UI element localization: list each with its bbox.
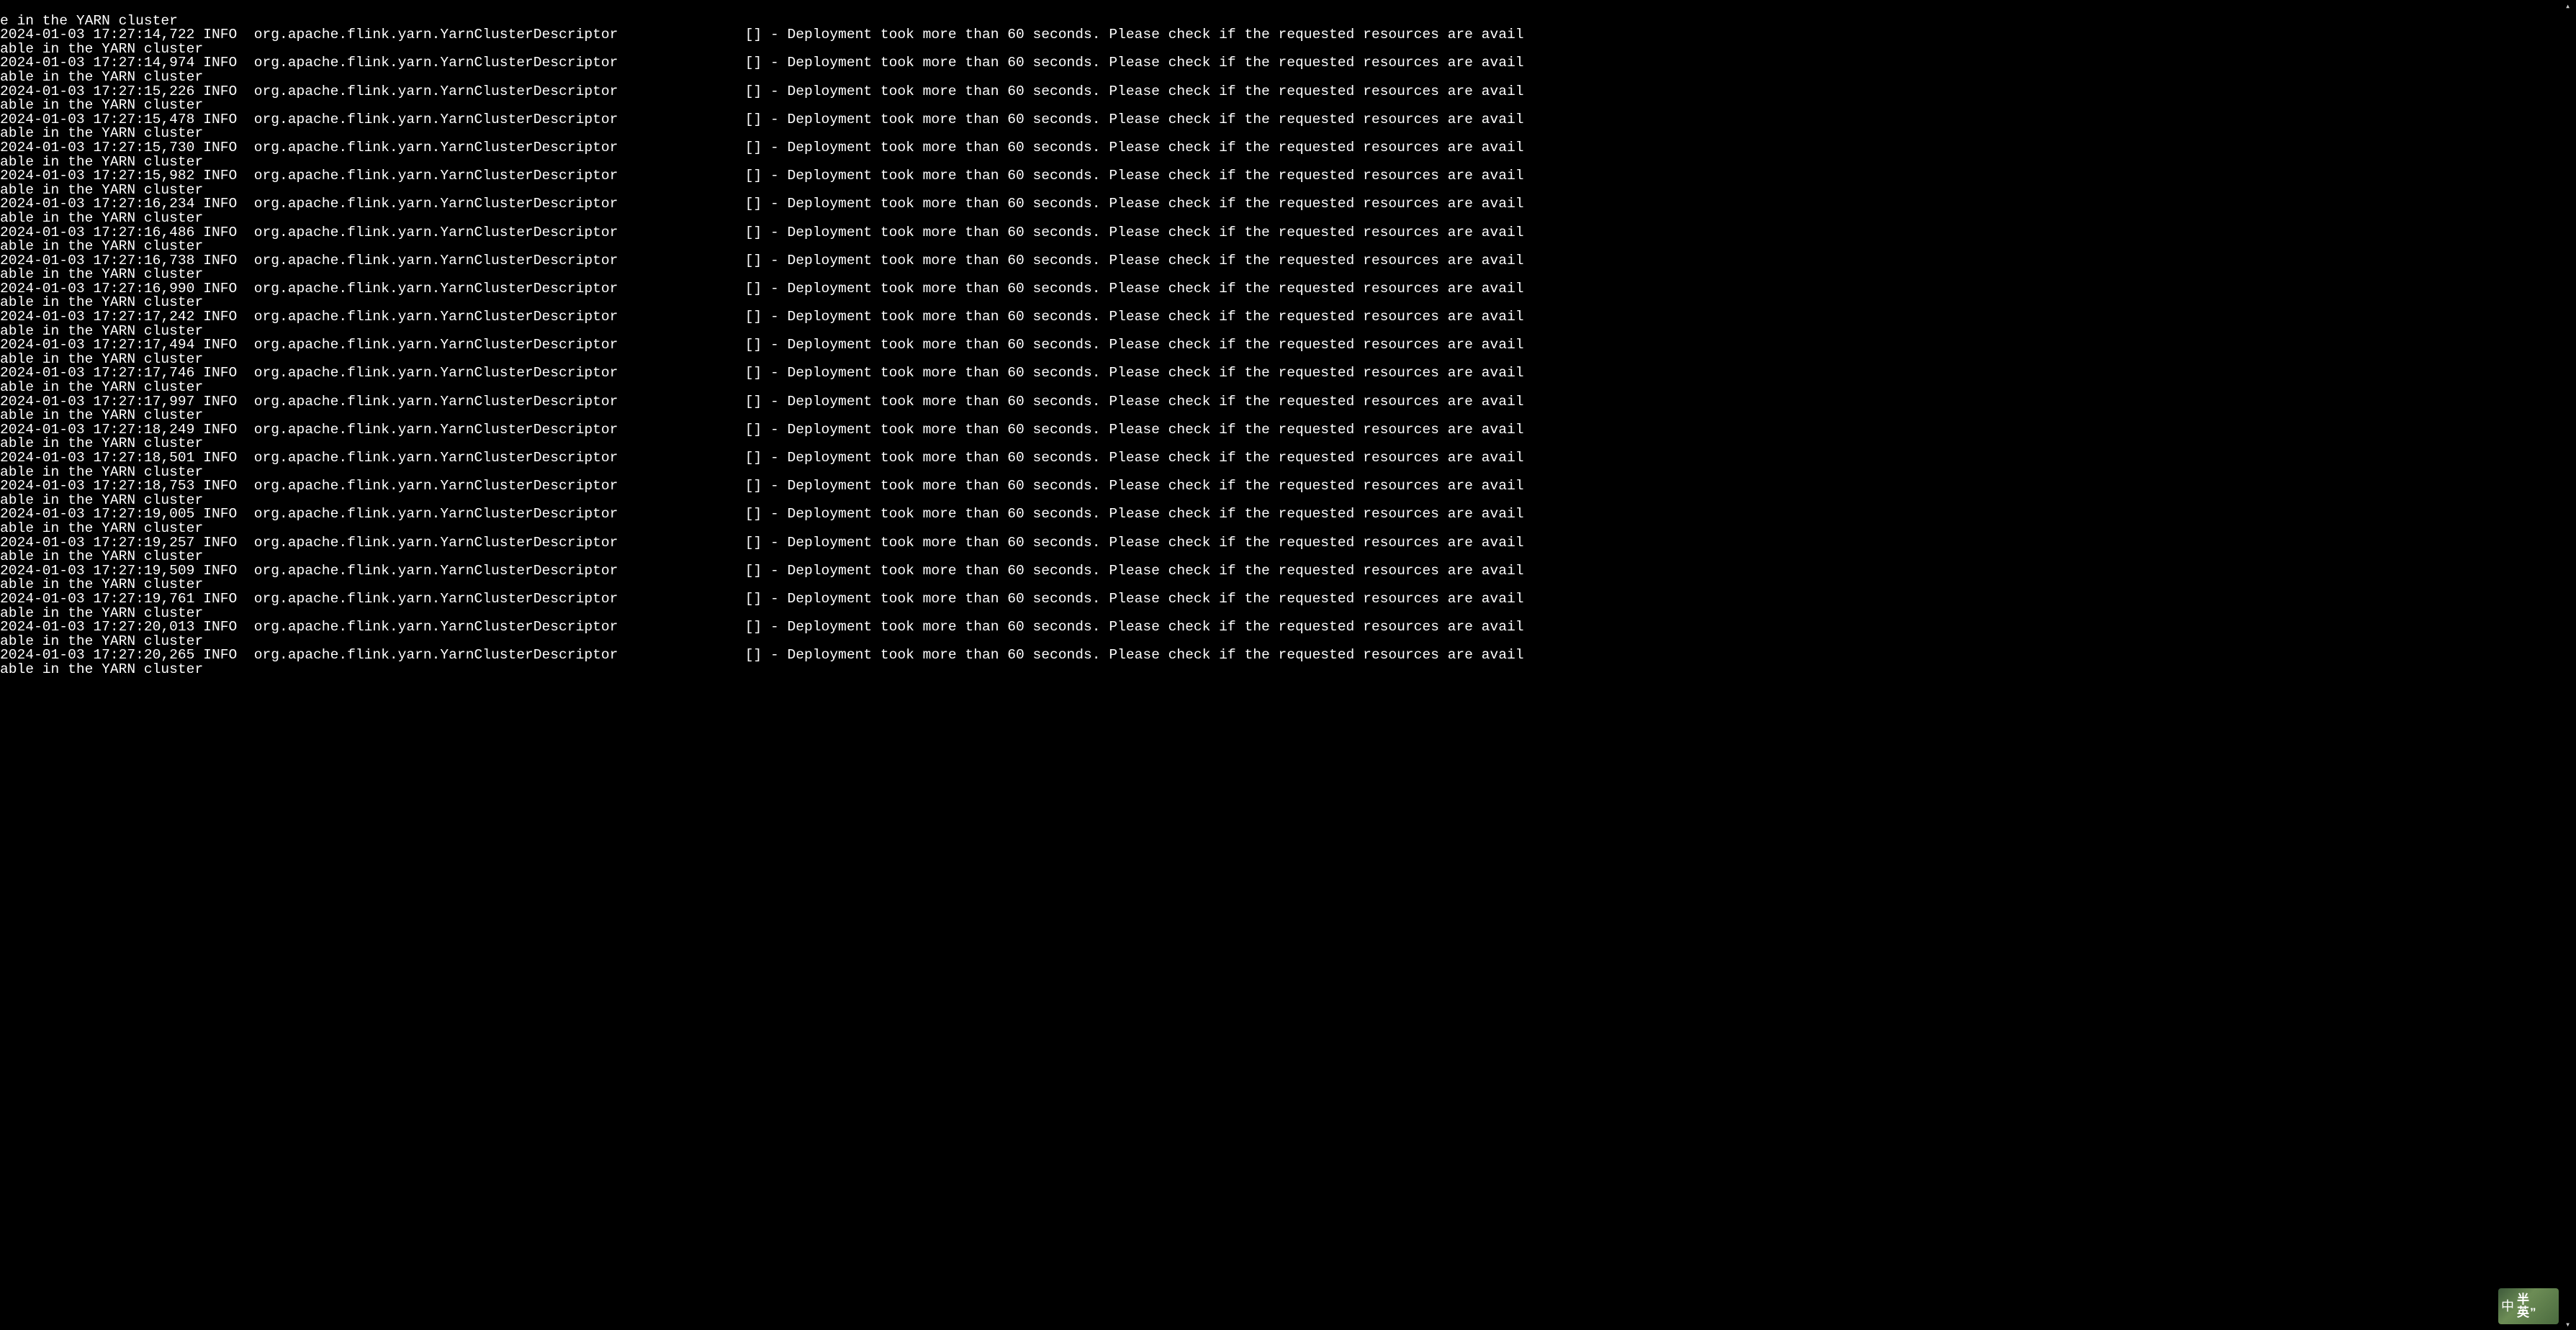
ime-line1: 半: [2517, 1293, 2536, 1306]
ime-status-text: 半 英”: [2517, 1293, 2536, 1319]
vertical-scrollbar[interactable]: ▴ ▾: [2563, 0, 2576, 1330]
scroll-down-icon[interactable]: ▾: [2565, 1320, 2570, 1329]
terminal-output[interactable]: e in the YARN cluster 2024-01-03 17:27:1…: [0, 14, 1523, 677]
scroll-up-icon[interactable]: ▴: [2565, 1, 2570, 10]
ime-indicator[interactable]: 中 半 英”: [2498, 1288, 2559, 1324]
ime-line2: 英”: [2517, 1306, 2536, 1319]
ime-mode-glyph: 中: [2498, 1300, 2517, 1313]
